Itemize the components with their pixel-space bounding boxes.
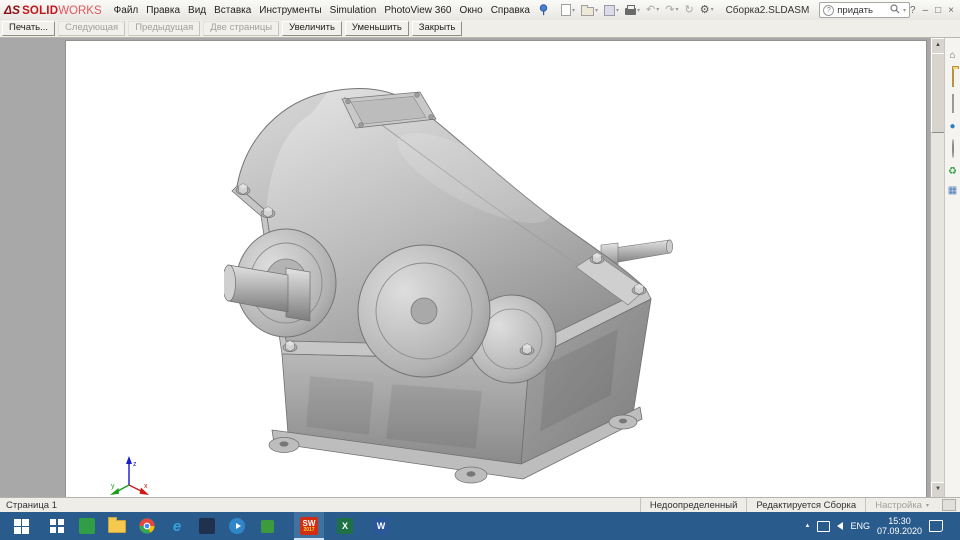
start-button[interactable] [0,512,42,540]
origin-triad-icon: z x y [110,456,149,495]
menu-help[interactable]: Справка [487,2,534,19]
preview-viewport[interactable]: z x y [0,38,931,498]
time: 15:30 [888,516,911,526]
maximize-button[interactable]: □ [935,5,941,16]
language-indicator[interactable]: ENG [850,521,870,531]
taskbar-internet-explorer[interactable]: e [162,512,192,540]
file-explorer-icon[interactable] [951,68,954,87]
minimize-button[interactable]: – [923,5,929,16]
standard-toolbar: ▾ ▾ ▾ ▾ ↶ ▾ ↷ ▾ ↻ ⚙ ▾ [559,3,716,17]
task-pane-toggle-icon[interactable] [942,499,956,511]
display-tray-icon[interactable] [817,520,831,532]
help-button[interactable]: ? [910,5,916,16]
settings-dropdown-icon[interactable]: ▾ [926,502,929,509]
custom-properties-icon[interactable]: ▦ [948,185,957,196]
search-help-icon: ? [823,4,835,16]
dassault-logo-icon: ΔS [4,3,21,17]
solidworks-window: ΔS SOLID WORKS Файл Правка Вид Вставка И… [0,0,960,540]
taskbar-app-grid[interactable] [42,512,72,540]
close-button[interactable]: × [948,5,954,16]
new-document-icon[interactable]: ▾ [559,3,577,17]
prev-page-button: Предыдущая [128,21,201,36]
pin-menu-icon[interactable] [538,4,549,16]
two-pages-button: Две страницы [203,21,280,36]
svg-text:x: x [144,483,148,490]
status-bar: Страница 1 Недоопределенный Редактируетс… [0,497,960,512]
window-controls: ? – □ × [910,5,956,16]
menu-tools[interactable]: Инструменты [255,2,325,19]
work-area: z x y ▲ ▼ ⌂ ● ♻ ▦ [0,38,960,498]
settings-status[interactable]: Настройка ▾ [865,498,938,512]
appearances-icon[interactable] [951,139,954,158]
constraint-state: Недоопределенный [639,498,747,512]
scrollbar-thumb[interactable] [931,53,945,133]
system-tray: ▲ ENG 15:30 07.09.2020 [804,512,960,540]
magnifier-icon[interactable] [890,3,900,17]
menu-window[interactable]: Окно [455,2,486,19]
redo-icon[interactable]: ↷ ▾ [663,4,680,16]
menu-file[interactable]: Файл [110,2,143,19]
taskbar-word[interactable]: W [366,512,396,540]
clock[interactable]: 15:30 07.09.2020 [877,516,922,536]
menu-simulation[interactable]: Simulation [326,2,381,19]
taskbar-app-dark[interactable] [192,512,222,540]
zoom-out-button[interactable]: Уменьшить [344,21,409,36]
options-gear-icon[interactable]: ⚙ ▾ [698,4,716,16]
search-box[interactable]: ? придать ▾ [819,2,910,18]
zoom-in-button[interactable]: Увеличить [282,21,342,36]
scroll-down-button[interactable]: ▼ [931,482,945,498]
close-preview-button[interactable]: Закрыть [411,21,463,36]
undo-icon[interactable]: ↶ ▾ [644,4,661,16]
search-dropdown-icon[interactable]: ▾ [903,7,906,14]
menu-bar: ΔS SOLID WORKS Файл Правка Вид Вставка И… [0,0,960,21]
search-input[interactable]: придать [837,5,887,16]
taskbar-solidworks-2017[interactable]: SW 2017 [294,512,324,540]
open-icon[interactable]: ▾ [579,3,600,17]
print-icon[interactable]: ▾ [623,4,642,16]
menu-view[interactable]: Вид [184,2,210,19]
print-button[interactable]: Печать... [2,21,56,36]
page-indicator: Страница 1 [6,499,57,511]
logo-solid-text: SOLID [22,5,59,17]
volume-icon[interactable] [837,522,844,530]
taskbar-app-green[interactable] [72,512,102,540]
design-library-icon[interactable] [951,94,954,113]
logo-works-text: WORKS [58,5,102,17]
forum-icon[interactable]: ● [949,121,955,132]
scroll-up-button[interactable]: ▲ [931,38,945,54]
menu-insert[interactable]: Вставка [210,2,255,19]
solidworks-logo: ΔS SOLID WORKS [4,3,102,17]
taskbar-app-green-2[interactable] [252,512,282,540]
date: 07.09.2020 [876,526,922,536]
preview-page[interactable]: z x y [66,41,926,498]
rebuild-icon[interactable]: ↻ [682,4,695,16]
notification-center-icon[interactable] [929,520,943,532]
menu-photoview360[interactable]: PhotoView 360 [380,2,455,19]
next-page-button: Следующая [58,21,126,36]
taskbar-excel[interactable]: X [330,512,360,540]
save-icon[interactable]: ▾ [602,4,621,17]
taskbar-chrome[interactable] [132,512,162,540]
windows-taskbar: e SW 2017 X W ▲ ENG 15:30 07.09.2020 [0,512,960,540]
gearbox-model [224,88,673,484]
editing-state: Редактируется Сборка [746,498,865,512]
document-title: Сборка2.SLDASM [725,4,810,16]
taskbar-file-explorer[interactable] [102,512,132,540]
print-preview-toolbar: Печать... Следующая Предыдущая Две стран… [0,20,960,38]
tray-chevron-icon[interactable]: ▲ [804,523,810,529]
resources-home-icon[interactable]: ⌂ [949,50,955,61]
sustainability-icon[interactable]: ♻ [948,166,957,177]
task-pane-strip: ⌂ ● ♻ ▦ [944,38,960,498]
vertical-scrollbar[interactable]: ▲ ▼ [930,38,945,498]
svg-text:y: y [111,483,115,490]
svg-text:z: z [133,461,137,468]
taskbar-app-media[interactable] [222,512,252,540]
menu-edit[interactable]: Правка [142,2,184,19]
